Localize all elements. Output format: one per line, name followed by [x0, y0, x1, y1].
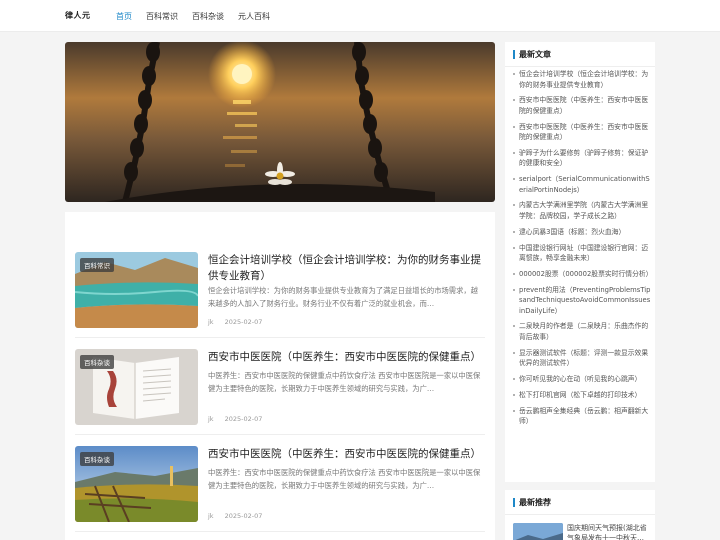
sidebar-post-link[interactable]: 西安市中医医院（中医养生：西安市中医医院的保健重点）: [513, 122, 651, 143]
post-card[interactable]: 百科杂谈 西安市中医医院（中医养生：西安市中医医院的保健重点） 中医养生：西安市…: [75, 446, 485, 524]
nav-baike-zatan[interactable]: 百科杂谈: [192, 11, 224, 22]
post-thumbnail[interactable]: 百科杂谈: [75, 446, 198, 522]
sidebar-post-link[interactable]: 恒企会计培训学校（恒企会计培训学校：为你的财务事业提供专业教育）: [513, 69, 651, 90]
recommend-thumbnail[interactable]: [513, 523, 563, 540]
sidebar-post-link[interactable]: 你可听见我的心在动（听见我的心跳声）: [513, 374, 651, 385]
post-excerpt: 恒企会计培训学校：为你的财务事业提供专业教育为了满足日益增长的市场需求，越来越多…: [208, 286, 478, 308]
category-tag[interactable]: 百科杂谈: [80, 452, 114, 466]
category-tag[interactable]: 百科常识: [80, 258, 114, 272]
post-excerpt: 中医养生：西安市中医医院的保健重点中药饮食疗法 西安市中医医院是一家以中医保健为…: [208, 371, 481, 393]
sidebar-post-link[interactable]: serialport（SerialCommunicationwithSerial…: [513, 174, 651, 195]
sidebar-post-link[interactable]: 逮心凤暴3国语（标题：烈火血海）: [513, 227, 651, 238]
recommended-widget: 最新推荐 国庆期间天气预报(湖北省气象局发布十一中秋天…: [505, 490, 655, 540]
post-excerpt: 中医养生：西安市中医医院的保健重点中药饮食疗法 西安市中医医院是一家以中医保健为…: [208, 468, 481, 490]
sidebar-post-link[interactable]: 000002股票（000002股票实时行情分析）: [513, 269, 652, 280]
nav-home[interactable]: 首页: [116, 11, 132, 22]
widget-title: 最新文章: [513, 50, 551, 59]
sidebar-post-link[interactable]: 显示器测试软件（标题：评测一款显示效果优异的测试软件）: [513, 348, 651, 369]
post-meta: jk 2025-02-07: [208, 415, 262, 423]
latest-posts-list: 恒企会计培训学校（恒企会计培训学校：为你的财务事业提供专业教育） 西安市中医医院…: [513, 69, 652, 432]
sidebar-post-link[interactable]: 岳云鹏相声全集经典（岳云鹏：相声翻新大师）: [513, 406, 651, 427]
sidebar-post-link[interactable]: 内蒙古大学满洲里学院（内蒙古大学满洲里学院：品牌校园，学子成长之路）: [513, 200, 651, 221]
post-author[interactable]: jk: [208, 512, 214, 520]
widget-title: 最新推荐: [513, 498, 551, 507]
hero-banner-image[interactable]: [65, 42, 495, 202]
divider: [75, 531, 485, 532]
post-thumbnail[interactable]: 百科常识: [75, 252, 198, 328]
post-card[interactable]: 百科杂谈 西安市中医医院（中医养生：西安市中医医院的保健重点） 中医养生：西安市…: [75, 349, 485, 427]
sidebar-post-link[interactable]: 驴蹄子为什么要修剪（驴蹄子修剪：保证驴的健康和安全）: [513, 148, 651, 169]
post-title[interactable]: 西安市中医医院（中医养生：西安市中医医院的保健重点）: [208, 349, 483, 365]
post-title[interactable]: 恒企会计培训学校（恒企会计培训学校：为你的财务事业提供专业教育）: [208, 252, 483, 284]
latest-posts-widget: 最新文章 恒企会计培训学校（恒企会计培训学校：为你的财务事业提供专业教育） 西安…: [505, 42, 655, 482]
nav-yuanren-baike[interactable]: 元人百科: [238, 11, 270, 22]
post-card[interactable]: 百科常识 恒企会计培训学校（恒企会计培训学校：为你的财务事业提供专业教育） 恒企…: [75, 252, 485, 330]
recommend-link[interactable]: 国庆期间天气预报(湖北省气象局发布十一中秋天…: [567, 523, 651, 540]
post-meta: jk 2025-02-07: [208, 512, 262, 520]
divider: [505, 66, 655, 67]
sidebar-post-link[interactable]: 西安市中医医院（中医养生：西安市中医医院的保健重点）: [513, 95, 651, 116]
post-date: 2025-02-07: [224, 512, 263, 520]
nav-baike-changshi[interactable]: 百科常识: [146, 11, 178, 22]
category-tag[interactable]: 百科杂谈: [80, 355, 114, 369]
post-meta: jk 2025-02-07: [208, 318, 262, 326]
post-thumbnail[interactable]: 百科杂谈: [75, 349, 198, 425]
sidebar-post-link[interactable]: prevent的用法（PreventingProblemsTipsandTech…: [513, 285, 651, 317]
post-list: 百科常识 恒企会计培训学校（恒企会计培训学校：为你的财务事业提供专业教育） 恒企…: [65, 212, 495, 540]
divider: [75, 337, 485, 338]
main-nav: 首页 百科常识 百科杂谈 元人百科: [116, 11, 270, 22]
sidebar-post-link[interactable]: 中国建设银行网址（中国建设银行官网：迈离惯族，畅享金融未来）: [513, 243, 651, 264]
post-author[interactable]: jk: [208, 318, 214, 326]
post-date: 2025-02-07: [224, 318, 263, 326]
top-bar: 律人元 首页 百科常识 百科杂谈 元人百科: [0, 0, 720, 32]
site-logo[interactable]: 律人元: [65, 10, 91, 21]
divider: [75, 434, 485, 435]
post-title[interactable]: 西安市中医医院（中医养生：西安市中医医院的保健重点）: [208, 446, 483, 462]
post-author[interactable]: jk: [208, 415, 214, 423]
post-date: 2025-02-07: [224, 415, 263, 423]
sidebar-post-link[interactable]: 二泉映月的作者是（二泉映月：乐曲杰作的背后故事）: [513, 321, 651, 342]
sidebar-post-link[interactable]: 松下打印机官网（松下卓越的打印技术）: [513, 390, 651, 401]
divider: [505, 514, 655, 515]
